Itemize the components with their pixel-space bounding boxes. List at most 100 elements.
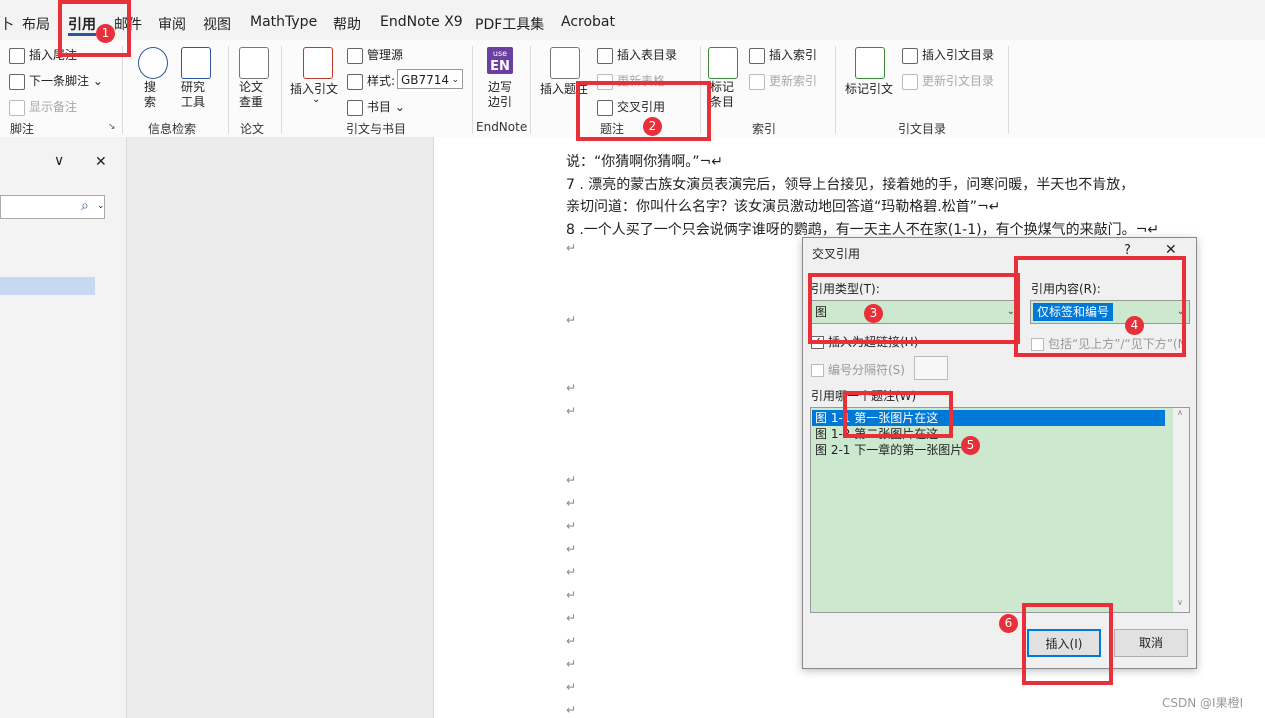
- scroll-up-icon[interactable]: ∧: [1177, 408, 1183, 417]
- document-line: 7 . 漂亮的蒙古族女演员表演完后，领导上台接见，接着她的手，问寒问暖，半天也不…: [566, 177, 1135, 193]
- insert-citation-chevron-icon[interactable]: ⌄: [312, 94, 320, 105]
- group-separator: [281, 46, 282, 134]
- checkbox-icon: [811, 364, 824, 377]
- separator-checkbox[interactable]: 编号分隔符(S): [811, 361, 905, 378]
- tab-acrobat[interactable]: Acrobat: [561, 14, 615, 30]
- tab-help[interactable]: 帮助: [333, 14, 361, 34]
- group-separator: [228, 46, 229, 134]
- separator-input[interactable]: [914, 356, 948, 380]
- group-label-footnote: 脚注: [10, 122, 35, 136]
- manage-sources-button[interactable]: 管理源: [347, 46, 403, 64]
- insert-index-icon: [749, 47, 765, 64]
- annotation-badge: 3: [864, 304, 883, 323]
- next-footnote-button[interactable]: 下一条脚注 ⌄: [9, 72, 103, 90]
- annotation-box: [1022, 603, 1113, 685]
- tab-pdf-tools[interactable]: PDF工具集: [475, 14, 544, 34]
- paragraph-mark: ↵: [566, 519, 577, 533]
- tab-endnote[interactable]: EndNote X9: [380, 14, 463, 30]
- bibliography-button[interactable]: 书目 ⌄: [347, 98, 405, 116]
- paragraph-mark: ↵: [566, 496, 577, 510]
- style-icon: [347, 73, 363, 90]
- chevron-down-icon: ⌄: [451, 75, 459, 85]
- search-icon[interactable]: [138, 47, 168, 79]
- annotation-badge: 1: [96, 24, 115, 43]
- research-tools-icon[interactable]: [181, 47, 211, 79]
- scroll-down-icon[interactable]: ∨: [1177, 598, 1183, 607]
- group-label-endnote: EndNote: [476, 120, 528, 134]
- group-label-index: 索引: [752, 122, 777, 136]
- paragraph-mark: ↵: [566, 703, 577, 717]
- paragraph-mark: ↵: [566, 634, 577, 648]
- annotation-badge: 5: [961, 436, 980, 455]
- tab-review[interactable]: 审阅: [158, 14, 186, 34]
- update-index-button[interactable]: 更新索引: [749, 72, 817, 90]
- document-margin: [127, 137, 434, 718]
- manage-sources-icon: [347, 47, 363, 64]
- show-notes-icon: [9, 99, 25, 116]
- insert-index-button[interactable]: 插入索引: [749, 46, 817, 64]
- tab-layout[interactable]: 布局: [22, 14, 50, 34]
- document-line: 说：“你猜啊你猜啊。”¬↵: [566, 154, 723, 170]
- update-toa-button[interactable]: 更新引文目录: [902, 72, 994, 90]
- chevron-down-icon[interactable]: ∨: [54, 153, 64, 169]
- chevron-down-icon[interactable]: ⌄: [97, 201, 105, 211]
- paper-check-label[interactable]: 论文 查重: [239, 80, 263, 110]
- tab-view[interactable]: 视图: [203, 14, 231, 34]
- group-separator: [530, 46, 531, 134]
- update-index-icon: [749, 73, 765, 90]
- annotation-box: [576, 81, 711, 141]
- annotation-box: [808, 273, 1020, 344]
- ribbon-tab-bar: 卜 布局 引用 邮件 审阅 视图 MathType 帮助 EndNote X9 …: [0, 0, 1265, 40]
- paragraph-mark: ↵: [566, 473, 577, 487]
- paragraph-mark: ↵: [566, 542, 577, 556]
- paper-check-icon[interactable]: [239, 47, 269, 79]
- annotation-box: [58, 0, 131, 57]
- insert-caption-icon[interactable]: [550, 47, 580, 79]
- footnote-launcher-icon[interactable]: ↘: [108, 122, 116, 132]
- annotation-badge: 2: [643, 117, 662, 136]
- group-label-citations: 引文与书目: [346, 122, 407, 136]
- style-label: 样式:: [347, 72, 395, 90]
- list-item[interactable]: 图 2-1 下一章的第一张图片: [812, 442, 1165, 458]
- paragraph-mark: ↵: [566, 404, 577, 418]
- navigation-search-input[interactable]: ⌕ ⌄: [0, 195, 105, 219]
- tab-partial[interactable]: 卜: [0, 14, 14, 34]
- dialog-title: 交叉引用: [812, 247, 861, 261]
- tab-mathtype[interactable]: MathType: [250, 14, 317, 30]
- mark-entry-button[interactable]: 标记 条目: [710, 80, 734, 110]
- search-icon[interactable]: ⌕: [81, 198, 89, 214]
- insert-table-of-figures-button[interactable]: 插入表目录: [597, 46, 677, 64]
- insert-toa-button[interactable]: 插入引文目录: [902, 46, 994, 64]
- paragraph-mark: ↵: [566, 680, 577, 694]
- group-label-search: 信息检索: [148, 122, 197, 136]
- research-tools-label[interactable]: 研究 工具: [181, 80, 205, 110]
- paragraph-mark: ↵: [566, 313, 577, 327]
- insert-toa-icon: [902, 47, 918, 64]
- mark-citation-button[interactable]: 标记引文: [845, 80, 893, 97]
- annotation-box: [1014, 256, 1186, 357]
- selected-heading[interactable]: [0, 277, 95, 295]
- table-of-figures-icon: [597, 47, 613, 64]
- cancel-button[interactable]: 取消: [1114, 629, 1188, 657]
- paragraph-mark: ↵: [566, 565, 577, 579]
- show-notes-button[interactable]: 显示备注: [9, 98, 77, 116]
- document-line: 8 .一个人买了一个只会说俩字谁呀的鹦鹉，有一天主人不在家(1-1)，有个换煤气…: [566, 222, 1160, 238]
- annotation-badge: 6: [999, 614, 1018, 633]
- paragraph-mark: ↵: [566, 381, 577, 395]
- group-separator: [1008, 46, 1009, 134]
- next-footnote-icon: [9, 73, 25, 90]
- endnote-logo-icon[interactable]: use EN: [487, 47, 513, 74]
- insert-citation-icon[interactable]: [303, 47, 333, 79]
- group-label-toa: 引文目录: [898, 122, 947, 136]
- group-separator: [835, 46, 836, 134]
- paragraph-mark: ↵: [566, 611, 577, 625]
- mark-citation-icon[interactable]: [855, 47, 885, 79]
- listbox-scrollbar[interactable]: ∧ ∨: [1173, 408, 1189, 612]
- annotation-badge: 4: [1125, 316, 1144, 335]
- mark-entry-icon[interactable]: [708, 47, 738, 79]
- document-line: 亲切问道：你叫什么名字？该女演员激动地回答道“玛勒格碧.松首”¬↵: [566, 199, 1001, 215]
- style-dropdown[interactable]: GB7714 ⌄: [397, 69, 463, 89]
- search-button-label[interactable]: 搜 索: [144, 80, 156, 110]
- write-cite-button[interactable]: 边写 边引: [488, 80, 512, 110]
- close-icon[interactable]: ✕: [95, 154, 107, 170]
